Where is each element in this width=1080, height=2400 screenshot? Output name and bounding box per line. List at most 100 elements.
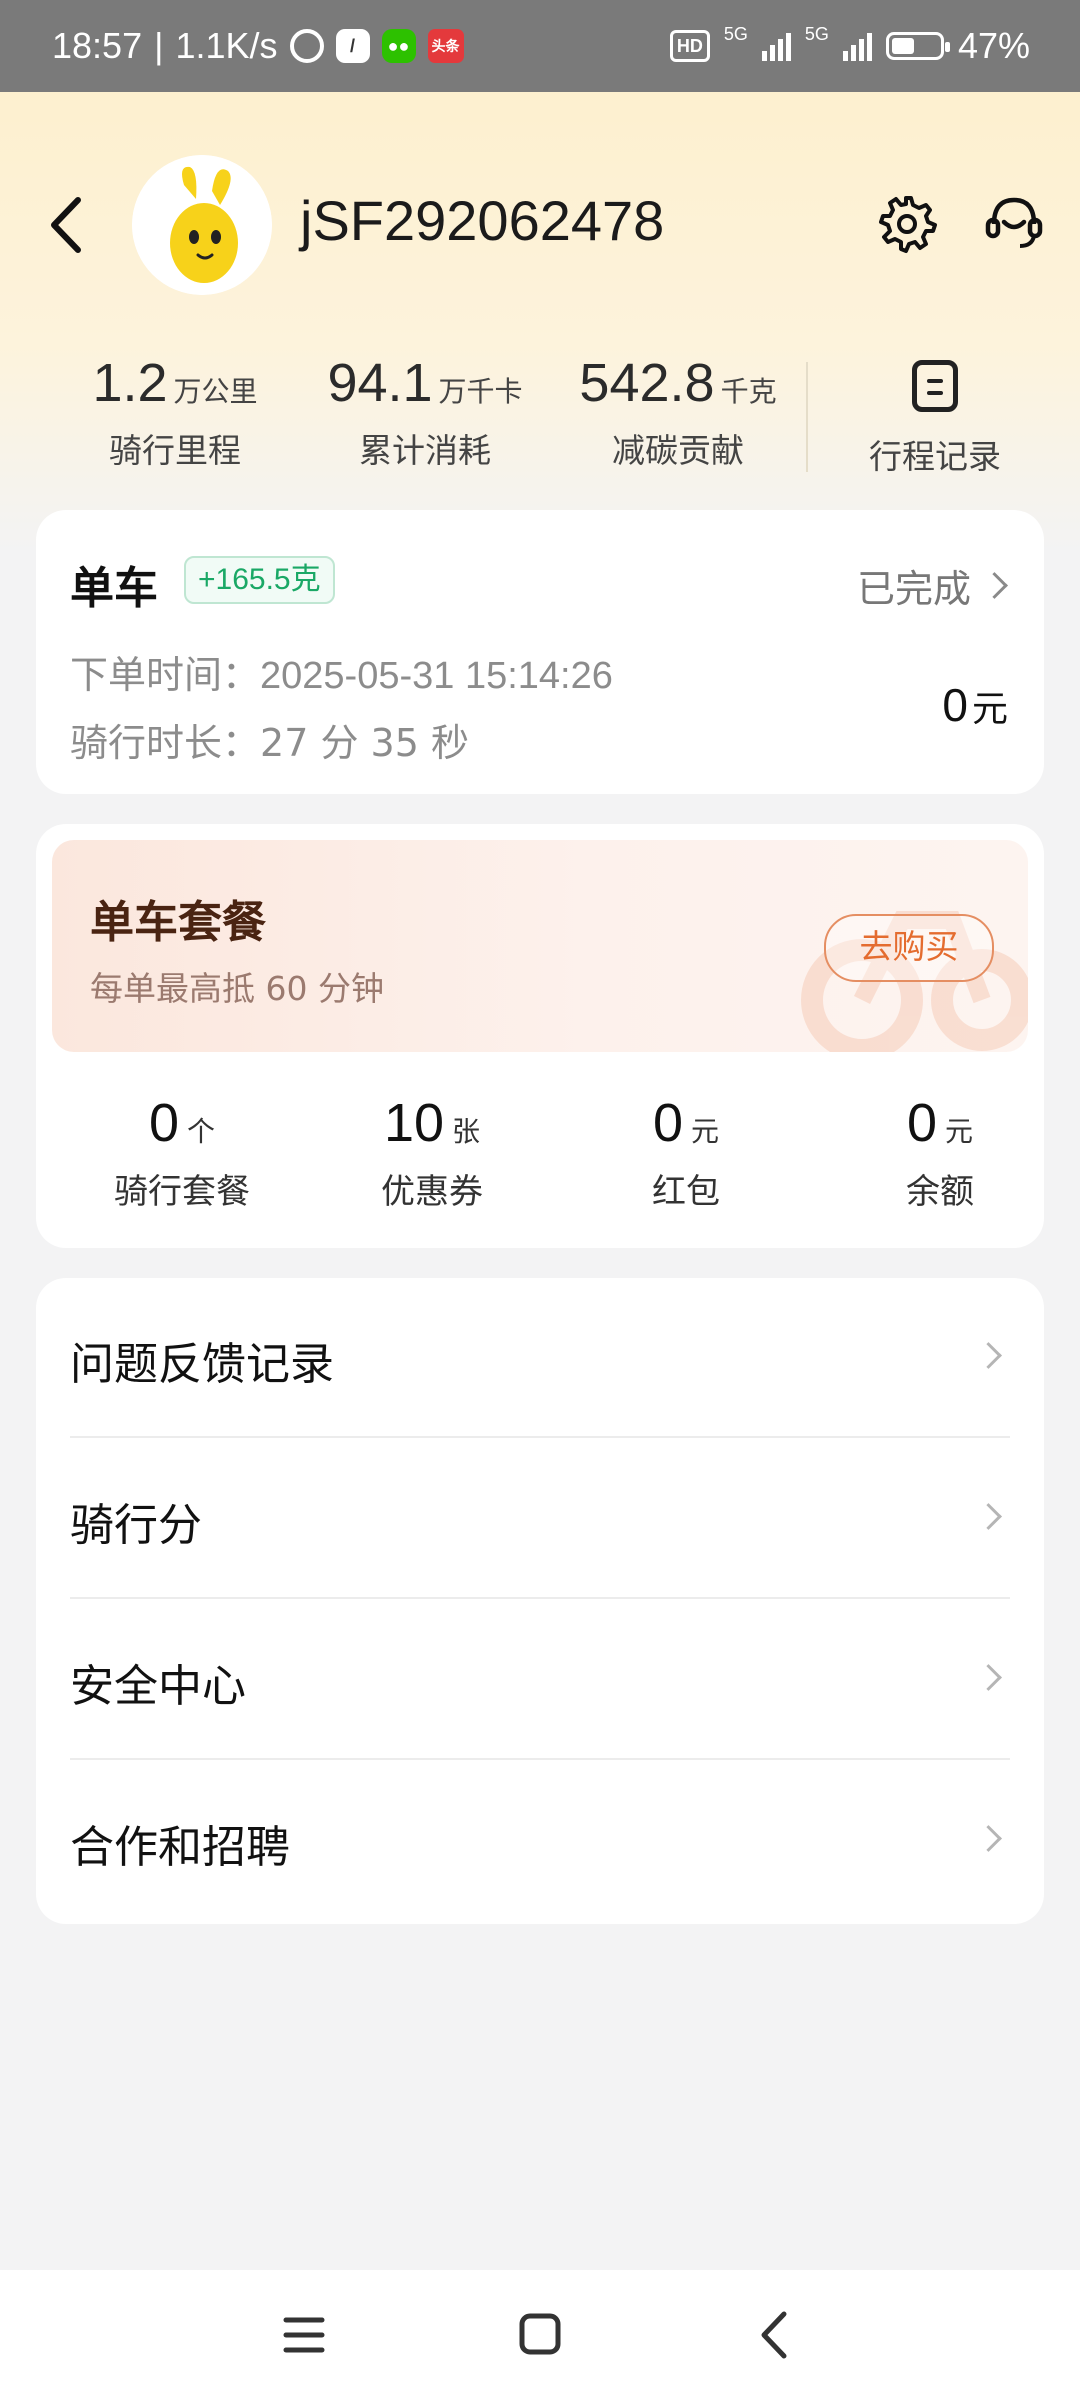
order-time: 2025-05-31 15:14:26: [260, 655, 613, 697]
status-divider: |: [154, 25, 164, 66]
back-button[interactable]: [42, 190, 92, 260]
package-subtitle: 每单最高抵 60 分钟: [90, 969, 384, 1008]
menu-label: 合作和招聘: [70, 1822, 290, 1873]
stat-label: 累计消耗: [359, 431, 491, 470]
network-5g-label-2: 5G: [804, 24, 829, 44]
stat-value: 1.2: [92, 353, 168, 413]
menu-label: 问题反馈记录: [70, 1339, 334, 1390]
pkg-value: 0: [652, 1093, 684, 1153]
duration-value: 27 分 35 秒: [260, 721, 469, 765]
order-title: 单车: [70, 563, 158, 614]
order-time-row: 下单时间：2025-05-31 15:14:26: [70, 644, 613, 699]
signal-icon-2: [842, 31, 872, 61]
back-icon: [761, 2311, 787, 2359]
chevron-right-icon: [981, 572, 1008, 599]
stat-riding-distance[interactable]: 1.2 万公里 骑行里程: [80, 352, 270, 472]
chevron-right-icon: [975, 1825, 1002, 1852]
stat-label: 减碳贡献: [612, 431, 744, 470]
pkg-value: 0: [148, 1093, 180, 1153]
trip-record-button[interactable]: 行程记录: [860, 360, 1010, 478]
battery-icon: [885, 32, 950, 60]
package-stat-coupons[interactable]: 10 张 优惠券: [332, 1092, 532, 1213]
stat-value: 542.8: [579, 353, 715, 413]
pkg-value: 10: [383, 1093, 445, 1153]
stat-value: 94.1: [327, 353, 433, 413]
customer-service-icon: [985, 197, 1043, 248]
menu-item-cooperation-recruitment[interactable]: 合作和招聘: [70, 1761, 1010, 1921]
package-stat-balance[interactable]: 0元 余额: [840, 1092, 1040, 1213]
status-time: 18:57: [52, 25, 143, 66]
order-time-label: 下单时间：: [70, 653, 261, 697]
home-icon: [519, 2313, 561, 2355]
status-bar: 18:57 | 1.1K/s / ●● 头条 HD 5G 5G 47%: [0, 0, 1080, 92]
order-price: 0元: [942, 678, 1008, 732]
hd-badge: HD: [669, 30, 710, 62]
trip-record-label: 行程记录: [869, 437, 1001, 476]
home-button[interactable]: [500, 2300, 580, 2370]
settings-icon: [879, 196, 937, 253]
settings-button[interactable]: [874, 190, 938, 254]
battery-level: [891, 38, 914, 54]
order-status-link[interactable]: 已完成: [856, 558, 1008, 613]
duration-row: 骑行时长：27 分 35 秒: [70, 712, 469, 767]
username: jSF292062478: [300, 189, 665, 252]
wechat-icon: ●●: [381, 29, 416, 63]
signal-icon: [761, 31, 791, 61]
system-back-button[interactable]: [736, 2300, 816, 2370]
pkg-label: 优惠券: [381, 1172, 483, 1212]
pkg-unit: 元: [945, 1115, 974, 1148]
back-icon: [51, 197, 81, 253]
stat-unit: 千克: [720, 375, 777, 408]
price-value: 0: [942, 679, 968, 731]
menu-icon: [283, 2317, 325, 2353]
divider: [70, 1758, 1010, 1760]
pkg-unit: 元: [691, 1115, 720, 1148]
pkg-unit: 张: [452, 1115, 481, 1148]
pkg-value: 0: [906, 1093, 938, 1153]
system-navigation-bar: [0, 2270, 1080, 2400]
package-title: 单车套餐: [90, 897, 266, 948]
stat-calories[interactable]: 94.1 万千卡 累计消耗: [325, 352, 525, 472]
chevron-right-icon: [975, 1503, 1002, 1530]
buy-button[interactable]: 去购买: [824, 914, 994, 982]
chevron-right-icon: [975, 1664, 1002, 1691]
network-5g-label: 5G: [723, 24, 748, 44]
chevron-right-icon: [975, 1342, 1002, 1369]
menu-item-safety-center[interactable]: 安全中心: [70, 1600, 1010, 1760]
menu-item-riding-score[interactable]: 骑行分: [70, 1439, 1010, 1599]
pkg-label: 骑行套餐: [114, 1172, 250, 1212]
order-card[interactable]: 单车 +165.5克 已完成 下单时间：2025-05-31 15:14:26 …: [36, 510, 1044, 794]
package-card: 单车套餐 每单最高抵 60 分钟 去购买 0个 骑行套餐 10 张 优惠券 0元 …: [36, 824, 1044, 1248]
price-unit: 元: [971, 689, 1008, 730]
battery-percent: 47%: [957, 25, 1030, 66]
divider: [70, 1597, 1010, 1599]
menu-item-feedback-records[interactable]: 问题反馈记录: [70, 1278, 1010, 1438]
carbon-badge: +165.5克: [184, 556, 335, 604]
stat-label: 骑行里程: [109, 431, 241, 470]
app-icon: /: [335, 29, 370, 63]
recent-apps-button[interactable]: [264, 2300, 344, 2370]
pkg-unit: 个: [187, 1115, 216, 1148]
stat-carbon[interactable]: 542.8 千克 减碳贡献: [568, 352, 788, 472]
stats-row: 1.2 万公里 骑行里程 94.1 万千卡 累计消耗 542.8 千克 减碳贡献 行程…: [0, 352, 1080, 482]
pkg-label: 红包: [652, 1172, 720, 1212]
toutiao-icon: 头条: [427, 29, 464, 63]
menu-label: 安全中心: [70, 1661, 246, 1712]
package-stat-riding-package[interactable]: 0个 骑行套餐: [82, 1092, 282, 1213]
mascot-avatar-icon: [132, 155, 272, 295]
network-speed: 1.1K/s: [175, 25, 278, 66]
avatar[interactable]: [132, 155, 272, 295]
customer-service-button[interactable]: [982, 190, 1046, 254]
document-list-icon: [912, 360, 958, 412]
header-background: [0, 92, 1080, 552]
stat-unit: 万公里: [173, 375, 258, 408]
package-banner[interactable]: 单车套餐 每单最高抵 60 分钟 去购买: [52, 840, 1028, 1052]
pkg-label: 余额: [906, 1172, 974, 1212]
menu-card: 问题反馈记录 骑行分 安全中心 合作和招聘: [36, 1278, 1044, 1924]
stat-unit: 万千卡: [438, 375, 523, 408]
order-status: 已完成: [856, 567, 971, 611]
divider: [70, 1436, 1010, 1438]
duration-label: 骑行时长：: [70, 721, 261, 765]
alarm-icon: [289, 29, 324, 63]
package-stat-red-packet[interactable]: 0元 红包: [586, 1092, 786, 1213]
